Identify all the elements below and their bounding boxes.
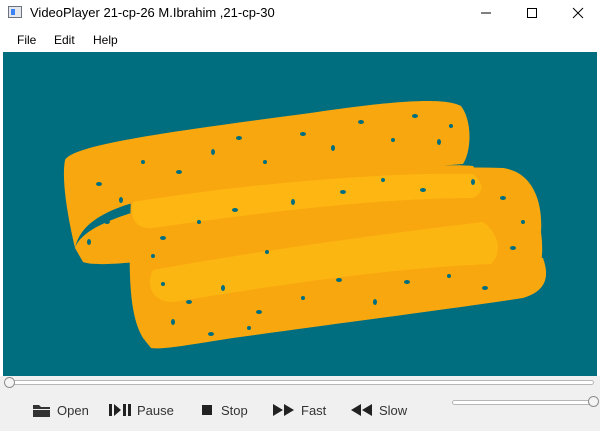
slow-label: Slow bbox=[379, 402, 408, 418]
pause-label: Pause bbox=[137, 402, 174, 418]
close-icon bbox=[572, 7, 584, 19]
minimize-icon bbox=[481, 12, 491, 14]
stop-button[interactable]: Stop bbox=[200, 396, 248, 424]
menu-help[interactable]: Help bbox=[93, 33, 118, 47]
app-window-icon bbox=[8, 6, 22, 18]
maximize-button[interactable] bbox=[509, 0, 555, 26]
menu-file[interactable]: File bbox=[17, 33, 36, 47]
menu-bar: File Edit Help bbox=[0, 28, 600, 50]
title-bar[interactable]: VideoPlayer 21-cp-26 M.Ibrahim ,21-cp-30 bbox=[0, 0, 600, 26]
play-pause-icon bbox=[109, 404, 131, 416]
pause-button[interactable]: Pause bbox=[108, 396, 174, 424]
maximize-icon bbox=[527, 8, 537, 18]
close-button[interactable] bbox=[555, 0, 600, 26]
video-display[interactable] bbox=[3, 52, 597, 377]
seek-bar[interactable] bbox=[0, 376, 600, 390]
open-label: Open bbox=[57, 402, 89, 418]
folder-icon bbox=[33, 405, 50, 417]
stop-label: Stop bbox=[221, 402, 248, 418]
volume-track[interactable] bbox=[452, 400, 596, 405]
rewind-icon bbox=[351, 404, 372, 416]
control-bar: Open Pause Stop Fast Slow bbox=[0, 390, 600, 431]
minimize-button[interactable] bbox=[463, 0, 509, 26]
seek-thumb[interactable] bbox=[4, 377, 15, 388]
stop-icon bbox=[202, 405, 212, 415]
menu-edit[interactable]: Edit bbox=[54, 33, 75, 47]
fast-forward-icon bbox=[273, 404, 294, 416]
volume-thumb[interactable] bbox=[588, 396, 599, 407]
video-frame bbox=[63, 100, 547, 349]
open-button[interactable]: Open bbox=[32, 396, 89, 424]
window-title: VideoPlayer 21-cp-26 M.Ibrahim ,21-cp-30 bbox=[30, 5, 275, 20]
slow-button[interactable]: Slow bbox=[350, 396, 407, 424]
fast-label: Fast bbox=[301, 402, 327, 418]
fast-button[interactable]: Fast bbox=[272, 396, 326, 424]
seek-track[interactable] bbox=[8, 380, 594, 385]
